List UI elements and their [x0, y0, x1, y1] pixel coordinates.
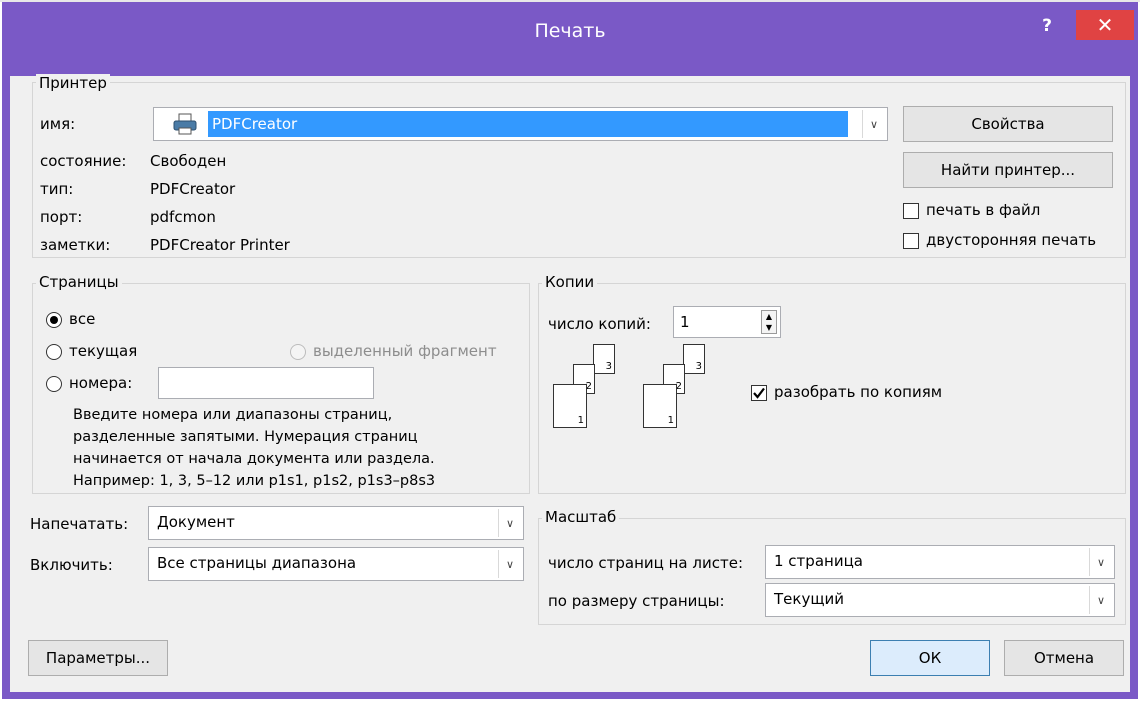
print-what-value: Документ — [157, 513, 235, 531]
include-select[interactable]: Все страницы диапазона ∨ — [148, 547, 524, 581]
pages-selection-radio[interactable] — [290, 344, 306, 360]
pages-group-label: Страницы — [36, 273, 122, 291]
duplex-checkbox[interactable] — [903, 233, 919, 249]
chevron-down-icon[interactable]: ∨ — [1089, 586, 1112, 614]
printer-name-value: PDFCreator — [208, 111, 848, 137]
cancel-button[interactable]: Отмена — [1004, 640, 1124, 676]
pages-current-label[interactable]: текущая — [69, 342, 137, 360]
pages-selection-label: выделенный фрагмент — [313, 342, 497, 360]
ok-button[interactable]: ОК — [870, 640, 990, 676]
printer-notes-label: заметки: — [40, 236, 111, 254]
print-what-select[interactable]: Документ ∨ — [148, 506, 524, 540]
copies-group-label: Копии — [542, 273, 598, 291]
collate-page-3: 3 — [593, 344, 615, 374]
pages-hint-line3: начинается от начала документа или разде… — [73, 451, 435, 467]
printer-port-value: pdfcmon — [150, 208, 216, 226]
scale-value: Текущий — [774, 590, 844, 608]
printer-name-label: имя: — [40, 115, 76, 133]
pages-current-radio[interactable] — [46, 344, 62, 360]
printer-group-label: Принтер — [36, 74, 110, 92]
pages-hint-line2: разделенные запятыми. Нумерация страниц — [73, 429, 418, 445]
print-to-file-label[interactable]: печать в файл — [926, 201, 1040, 219]
dialog-body: Принтер имя: PDFCreator ∨ Свойства Найти… — [10, 74, 1130, 692]
chevron-down-icon[interactable]: ∨ — [1089, 548, 1112, 576]
options-button[interactable]: Параметры... — [28, 640, 168, 676]
pages-per-sheet-select[interactable]: 1 страница ∨ — [765, 545, 1115, 579]
printer-status-label: состояние: — [40, 152, 127, 170]
pages-numbers-radio[interactable] — [46, 376, 62, 392]
pages-hint-line1: Введите номера или диапазоны страниц, — [73, 407, 393, 423]
zoom-group-label: Масштаб — [542, 508, 620, 526]
printer-type-value: PDFCreator — [150, 180, 236, 198]
pages-numbers-input[interactable] — [158, 367, 374, 399]
printer-port-label: порт: — [40, 208, 83, 226]
include-label: Включить: — [30, 556, 113, 574]
checkmark-icon — [753, 387, 765, 399]
copies-spinner-icon[interactable]: ▲ ▼ — [761, 310, 777, 334]
collate-page-1b: 1 — [643, 384, 677, 428]
pages-all-radio[interactable] — [46, 312, 62, 328]
pages-hint-line4: Например: 1, 3, 5–12 или p1s1, p1s2, p1s… — [73, 473, 436, 489]
printer-name-select[interactable]: PDFCreator ∨ — [153, 107, 888, 141]
chevron-down-icon[interactable]: ∨ — [862, 110, 885, 138]
close-button[interactable]: ✕ — [1076, 10, 1134, 40]
printer-icon — [172, 112, 198, 140]
print-to-file-checkbox[interactable] — [903, 203, 919, 219]
copies-count-value: 1 — [680, 313, 690, 331]
find-printer-button[interactable]: Найти принтер... — [903, 152, 1113, 188]
scale-label: по размеру страницы: — [548, 592, 725, 610]
collate-label[interactable]: разобрать по копиям — [774, 383, 942, 401]
printer-notes-value: PDFCreator Printer — [150, 236, 290, 254]
printer-status-value: Свободен — [150, 152, 227, 170]
chevron-down-icon[interactable]: ∨ — [498, 550, 521, 578]
collate-page-1: 1 — [553, 384, 587, 428]
collate-checkbox[interactable] — [751, 385, 767, 401]
help-button[interactable]: ? — [1027, 12, 1067, 40]
print-what-label: Напечатать: — [30, 515, 129, 533]
printer-type-label: тип: — [40, 180, 74, 198]
copies-count-input[interactable]: 1 ▲ ▼ — [673, 306, 781, 338]
pages-numbers-label[interactable]: номера: — [69, 374, 132, 392]
chevron-down-icon[interactable]: ∨ — [498, 509, 521, 537]
collate-page-3b: 3 — [683, 344, 705, 374]
pages-all-label[interactable]: все — [69, 310, 95, 328]
include-value: Все страницы диапазона — [157, 554, 357, 572]
duplex-label[interactable]: двусторонняя печать — [926, 231, 1096, 249]
properties-button[interactable]: Свойства — [903, 106, 1113, 142]
pages-per-sheet-value: 1 страница — [774, 552, 863, 570]
pages-per-sheet-label: число страниц на листе: — [548, 554, 743, 572]
window-title: Печать — [534, 20, 606, 42]
copies-count-label: число копий: — [548, 315, 651, 333]
scale-select[interactable]: Текущий ∨ — [765, 583, 1115, 617]
